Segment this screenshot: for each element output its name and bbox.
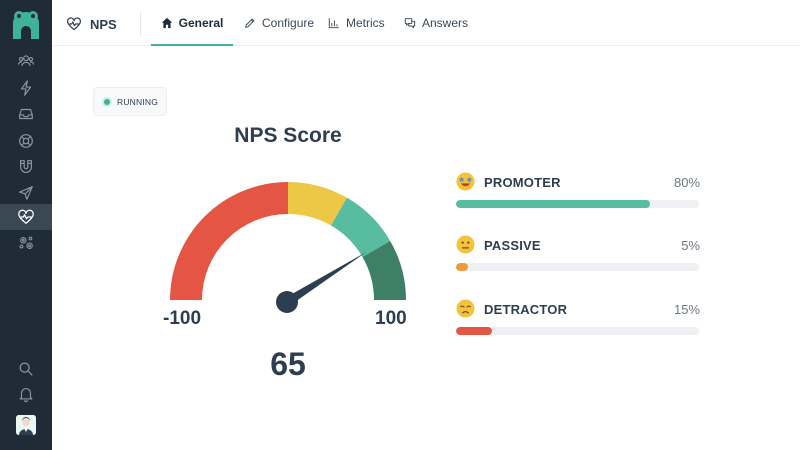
integrations-icon [19,236,33,249]
lifebuoy-icon [19,134,33,148]
metric-label: PROMOTER [484,175,561,190]
tab-label: Answers [422,16,469,30]
sidebar-item-nps[interactable] [0,204,52,230]
frog-logo-icon[interactable] [10,9,42,41]
sidebar-item-campaigns[interactable] [0,180,52,206]
heart-pulse-icon [67,17,81,31]
progress-fill [456,327,493,335]
lightning-icon [20,80,32,96]
progress-fill [456,200,651,208]
gauge-needle-hub [276,291,298,313]
progress-fill [456,263,469,271]
sidebar-item-automation[interactable] [0,75,52,101]
app-label: NPS [90,16,117,32]
status-text: RUNNING [117,96,159,107]
sidebar-search[interactable] [0,356,52,382]
heart-pulse-icon [18,209,34,224]
active-tab-indicator [151,44,233,46]
app-window: NPS General Configure Metrics Answers RU… [0,0,800,450]
nps-score-title: NPS Score [234,124,342,147]
sidebar-item-help[interactable] [0,128,52,154]
progress-track [456,327,699,335]
chat-bubbles-icon [404,18,416,29]
nps-score-value: 65 [270,346,306,382]
person-icon [16,415,36,435]
app-brand: NPS [66,14,117,34]
metric-percent: 80% [673,175,700,190]
nps-gauge [170,182,406,313]
tab-label: General [178,16,224,30]
metric-passive: PASSIVE 5% [456,235,700,275]
inbox-icon [19,108,33,120]
magnet-icon [20,160,32,173]
metric-promoter: PROMOTER 80% [456,172,700,212]
tab-label: Configure [262,16,315,30]
metric-percent: 15% [673,302,700,317]
gauge-min-label: -100 [163,308,202,329]
metric-detractor: DETRACTOR 15% [456,299,700,339]
user-avatar[interactable] [16,415,36,435]
sad-face-emoji [456,299,475,318]
sidebar-item-integrations[interactable] [0,230,52,256]
pencil-icon [245,18,255,28]
header-divider [140,12,141,36]
progress-track [456,200,699,208]
tab-metrics[interactable]: Metrics [328,0,385,46]
send-icon [19,186,33,200]
metric-label: DETRACTOR [484,302,568,317]
tab-general[interactable]: General [151,0,233,46]
bell-icon [19,388,33,403]
users-icon [17,55,35,67]
progress-track [456,263,699,271]
search-icon [19,362,33,376]
neutral-face-emoji [456,235,475,254]
home-icon [161,17,172,29]
sidebar-notifications[interactable] [0,381,52,407]
top-bar: NPS General Configure Metrics Answers [52,0,800,46]
tab-label: Metrics [346,16,385,30]
sidebar-item-magnet[interactable] [0,154,52,180]
gauge-max-label: 100 [375,308,407,329]
tab-configure[interactable]: Configure [244,0,314,46]
status-badge: RUNNING [93,87,167,116]
metric-label: PASSIVE [484,238,541,253]
sidebar-item-users[interactable] [0,48,52,74]
tab-answers[interactable]: Answers [404,0,468,46]
sidebar [0,0,52,450]
metric-percent: 5% [681,238,700,253]
bar-chart-icon [328,18,339,29]
star-eyes-emoji [456,172,475,191]
sidebar-item-inbox[interactable] [0,101,52,127]
gauge-segment-red [170,182,288,300]
status-dot [104,98,110,105]
